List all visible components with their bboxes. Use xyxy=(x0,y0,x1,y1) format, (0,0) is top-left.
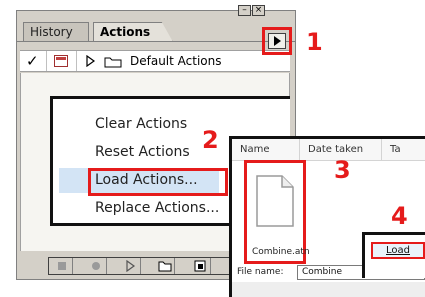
menu-item-reset-actions[interactable]: Reset Actions xyxy=(95,141,190,163)
new-set-icon xyxy=(158,261,172,272)
file-name-field-label: File name: xyxy=(237,267,284,277)
minimize-icon[interactable]: – xyxy=(238,5,251,16)
tab-history[interactable]: History xyxy=(23,22,89,42)
divider xyxy=(76,51,77,71)
record-button[interactable] xyxy=(85,258,107,274)
menu-item-replace-actions[interactable]: Replace Actions... xyxy=(95,197,219,219)
action-set-name: Default Actions xyxy=(130,54,222,68)
new-set-button[interactable] xyxy=(153,258,175,274)
action-set-row[interactable]: ✓ Default Actions xyxy=(20,50,290,72)
highlight-box-load-actions xyxy=(88,168,228,196)
check-icon[interactable]: ✓ xyxy=(26,51,39,71)
highlight-box-menu-button xyxy=(262,27,292,55)
file-name-label[interactable]: Combine.atn xyxy=(252,247,310,257)
triangle-right-icon[interactable] xyxy=(86,55,96,67)
record-icon xyxy=(92,262,100,270)
step-marker-4: 4 xyxy=(391,202,408,230)
close-icon[interactable]: × xyxy=(252,5,265,16)
new-action-icon xyxy=(194,260,206,272)
tab-actions[interactable]: Actions xyxy=(93,22,173,42)
divider xyxy=(46,51,47,71)
stop-button[interactable] xyxy=(51,258,73,274)
new-action-button[interactable] xyxy=(189,258,211,274)
column-header-name[interactable]: Name xyxy=(232,139,300,161)
file-icon[interactable] xyxy=(255,174,295,228)
step-marker-1: 1 xyxy=(306,28,323,56)
dialog-footer xyxy=(232,282,425,297)
load-button[interactable]: Load xyxy=(371,242,425,259)
menu-item-clear-actions[interactable]: Clear Actions xyxy=(95,113,187,135)
folder-icon xyxy=(104,57,122,68)
step-marker-3: 3 xyxy=(334,156,351,184)
play-icon xyxy=(126,260,136,272)
tab-divider xyxy=(17,41,295,42)
column-header-tags[interactable]: Ta xyxy=(382,139,425,161)
palette-bottom-bar xyxy=(48,257,234,275)
stop-icon xyxy=(58,262,66,270)
play-button[interactable] xyxy=(119,258,141,274)
step-marker-2: 2 xyxy=(202,126,219,154)
load-button-label: Load xyxy=(386,245,410,256)
dialog-toggle-icon[interactable] xyxy=(54,55,68,67)
